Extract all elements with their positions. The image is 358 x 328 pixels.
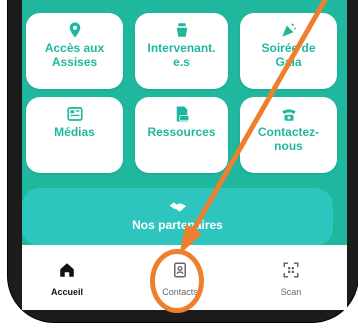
- annotation-ring: [150, 249, 204, 313]
- phone-mockup: Accès aux Assises Intervenant. e.s Soiré…: [0, 0, 358, 328]
